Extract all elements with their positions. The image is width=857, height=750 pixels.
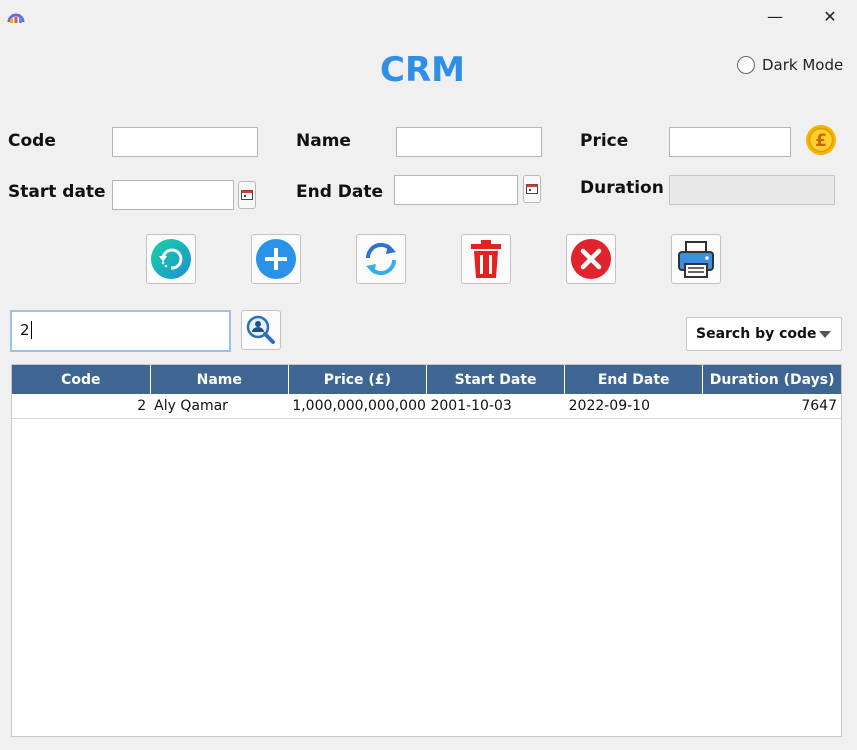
start-date-picker-button[interactable] [238,181,256,209]
name-label: Name [296,131,351,151]
cell-end-date: 2022-09-10 [564,394,703,419]
print-button[interactable] [671,234,721,284]
column-header[interactable]: Duration (Days) [702,365,841,394]
clear-button[interactable] [566,234,616,284]
column-header[interactable]: End Date [564,365,704,394]
end-date-picker-button[interactable] [523,175,541,203]
chevron-down-icon [819,331,831,338]
dark-mode-label: Dark Mode [762,56,844,74]
price-label: Price [580,131,629,151]
pound-coin-icon: £ [805,124,837,156]
table-row[interactable]: 2 Aly Qamar 1,000,000,000,000 2001-10-03… [12,394,841,419]
start-date-input[interactable] [112,180,234,210]
column-header[interactable]: Price (£) [288,365,427,394]
add-button[interactable] [251,234,301,284]
name-input[interactable] [396,127,542,157]
refresh-button[interactable] [146,234,196,284]
column-header[interactable]: Name [150,365,289,394]
search-button[interactable] [241,310,281,350]
printer-icon [678,241,714,278]
cell-start-date: 2001-10-03 [426,394,565,419]
code-label: Code [8,131,56,151]
calendar-icon [526,184,538,194]
table-header-row: Code Name Price (£) Start Date End Date … [12,365,841,394]
plus-circle-icon [256,239,296,279]
duration-input [669,175,835,205]
minimize-button[interactable]: — [752,2,798,30]
column-header[interactable]: Code [12,365,151,394]
close-button[interactable]: ✕ [807,2,853,30]
search-mode-select[interactable]: Search by code [686,317,842,351]
cell-name: Aly Qamar [150,394,289,419]
x-circle-icon [571,239,611,279]
column-header[interactable]: Start Date [426,365,566,394]
duration-label: Duration [580,178,664,198]
refresh-circle-icon [151,239,191,279]
sync-icon [365,242,397,276]
cell-price: 1,000,000,000,000 [288,394,427,419]
close-icon: ✕ [823,6,837,26]
start-date-label: Start date [8,182,106,202]
cell-code: 2 [12,394,151,419]
trash-icon [471,240,501,278]
end-date-input[interactable] [394,175,518,205]
search-mode-value: Search by code [696,326,817,342]
minimize-icon: — [767,6,783,26]
calendar-icon [241,190,253,200]
update-button[interactable] [356,234,406,284]
records-table[interactable]: Code Name Price (£) Start Date End Date … [11,364,842,737]
search-input-value: 2 [20,321,30,339]
delete-button[interactable] [461,234,511,284]
dark-mode-toggle[interactable]: Dark Mode [737,56,843,74]
dark-mode-radio[interactable] [737,56,755,74]
code-input[interactable] [112,127,258,157]
search-input[interactable]: 2 [10,310,231,352]
app-icon [6,6,26,26]
price-input[interactable] [669,127,791,157]
end-date-label: End Date [296,182,384,202]
page-title: CRM [380,50,465,90]
user-search-icon [246,315,275,344]
cell-duration: 7647 [702,394,841,419]
svg-text:£: £ [815,131,827,151]
